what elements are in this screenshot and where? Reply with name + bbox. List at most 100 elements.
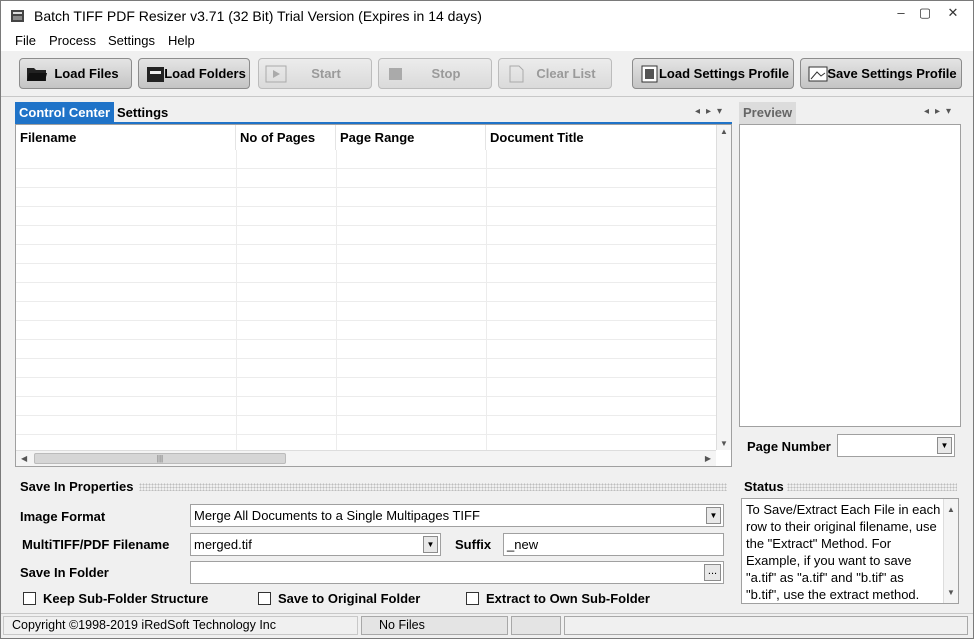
keep-subfolder-label: Keep Sub-Folder Structure — [43, 591, 209, 606]
load-settings-profile-label: Load Settings Profile — [658, 66, 789, 81]
column-filename[interactable]: Filename — [16, 125, 236, 150]
table-row[interactable] — [16, 207, 716, 226]
load-settings-profile-button[interactable]: Load Settings Profile — [632, 58, 794, 89]
preview-pane — [739, 124, 961, 427]
menu-file[interactable]: File — [15, 33, 36, 48]
horizontal-scroll-thumb[interactable]: ||| — [34, 453, 286, 464]
clear-list-label: Clear List — [536, 66, 596, 81]
title-bar: Batch TIFF PDF Resizer v3.71 (32 Bit) Tr… — [1, 1, 973, 31]
image-format-label: Image Format — [20, 509, 106, 524]
scroll-left-icon[interactable]: ◀ — [21, 454, 27, 463]
table-row[interactable] — [16, 359, 716, 378]
toolbar-separator — [1, 96, 973, 97]
table-row[interactable] — [16, 169, 716, 188]
multitiff-filename-select[interactable]: merged.tif ▼ — [190, 533, 441, 556]
grid-vertical-scrollbar[interactable]: ▲ ▼ — [716, 125, 731, 450]
save-in-folder-input[interactable]: ... — [190, 561, 724, 584]
save-in-folder-label: Save In Folder — [20, 565, 109, 580]
column-document-title[interactable]: Document Title — [486, 125, 716, 150]
column-page-range[interactable]: Page Range — [336, 125, 486, 150]
chevron-down-icon[interactable]: ▼ — [706, 507, 721, 524]
table-row[interactable] — [16, 150, 716, 169]
section-divider — [139, 483, 727, 491]
status-panel: To Save/Extract Each File in each row to… — [741, 498, 959, 604]
scroll-up-icon[interactable]: ▲ — [720, 127, 728, 136]
scroll-up-icon[interactable]: ▲ — [947, 501, 955, 518]
suffix-input[interactable]: _new — [503, 533, 724, 556]
load-files-button[interactable]: Load Files — [19, 58, 132, 89]
keep-subfolder-checkbox[interactable]: Keep Sub-Folder Structure — [23, 591, 208, 606]
table-row[interactable] — [16, 416, 716, 435]
multitiff-filename-label: MultiTIFF/PDF Filename — [22, 537, 170, 552]
tab-control-center[interactable]: Control Center — [15, 102, 114, 124]
checkbox-box[interactable] — [258, 592, 271, 605]
grid-horizontal-scrollbar[interactable]: ◀ ||| ▶ — [16, 450, 716, 466]
save-to-original-label: Save to Original Folder — [278, 591, 421, 606]
preview-tabstrip: Preview ◂▸▾ — [739, 102, 961, 124]
table-row[interactable] — [16, 321, 716, 340]
tab-nav-arrows[interactable]: ◂▸▾ — [695, 106, 728, 117]
chevron-down-icon[interactable]: ▼ — [423, 536, 438, 553]
table-row[interactable] — [16, 226, 716, 245]
save-in-properties-title: Save In Properties — [20, 479, 134, 494]
main-tabstrip: Control Center Settings ◂▸▾ — [15, 102, 732, 124]
tab-preview[interactable]: Preview — [739, 102, 797, 124]
scroll-right-icon[interactable]: ▶ — [705, 454, 711, 463]
stop-label: Stop — [431, 66, 461, 81]
column-divider — [336, 150, 337, 450]
column-no-of-pages[interactable]: No of Pages — [236, 125, 336, 150]
table-row[interactable] — [16, 302, 716, 321]
checkbox-box[interactable] — [466, 592, 479, 605]
minimize-button[interactable]: – — [890, 3, 912, 23]
suffix-value: _new — [507, 537, 539, 552]
image-format-select[interactable]: Merge All Documents to a Single Multipag… — [190, 504, 724, 527]
scroll-down-icon[interactable]: ▼ — [720, 439, 728, 448]
menu-process[interactable]: Process — [49, 33, 96, 48]
extract-to-own-label: Extract to Own Sub-Folder — [486, 591, 650, 606]
start-label: Start — [311, 66, 341, 81]
status-bar: Copyright ©1998-2019 iRedSoft Technology… — [1, 613, 973, 638]
chevron-down-icon[interactable]: ▼ — [937, 437, 952, 454]
status-divider — [787, 483, 957, 491]
status-text: To Save/Extract Each File in each row to… — [746, 502, 941, 602]
tab-settings[interactable]: Settings — [113, 102, 172, 124]
menu-settings[interactable]: Settings — [108, 33, 155, 48]
status-title: Status — [744, 479, 784, 494]
column-divider — [486, 150, 487, 450]
save-settings-profile-button[interactable]: Save Settings Profile — [800, 58, 962, 89]
table-row[interactable] — [16, 188, 716, 207]
image-format-value: Merge All Documents to a Single Multipag… — [194, 508, 480, 523]
load-folders-button[interactable]: Load Folders — [138, 58, 250, 89]
close-button[interactable]: ✕ — [942, 3, 964, 23]
suffix-label: Suffix — [455, 537, 492, 552]
toolbar: Load Files Load Folders Start Stop Clear… — [1, 52, 973, 96]
start-button[interactable]: Start — [258, 58, 372, 89]
load-folders-label: Load Folders — [164, 66, 246, 81]
app-icon — [11, 10, 24, 22]
scroll-down-icon[interactable]: ▼ — [947, 584, 955, 601]
extract-to-own-checkbox[interactable]: Extract to Own Sub-Folder — [466, 591, 650, 606]
page-number-select[interactable]: ▼ — [837, 434, 955, 457]
preview-tab-nav-arrows[interactable]: ◂▸▾ — [924, 106, 957, 117]
statusbar-panel — [511, 616, 561, 635]
table-row[interactable] — [16, 340, 716, 359]
clear-list-button[interactable]: Clear List — [498, 58, 612, 89]
table-row[interactable] — [16, 245, 716, 264]
statusbar-copyright: Copyright ©1998-2019 iRedSoft Technology… — [3, 616, 358, 635]
page-number-label: Page Number — [747, 439, 831, 454]
app-window: Batch TIFF PDF Resizer v3.71 (32 Bit) Tr… — [0, 0, 974, 639]
stop-button[interactable]: Stop — [378, 58, 492, 89]
table-row[interactable] — [16, 378, 716, 397]
menu-bar: File Process Settings Help — [1, 31, 973, 51]
save-to-original-checkbox[interactable]: Save to Original Folder — [258, 591, 420, 606]
multitiff-filename-value: merged.tif — [194, 537, 252, 552]
table-row[interactable] — [16, 264, 716, 283]
status-scrollbar[interactable]: ▲ ▼ — [943, 499, 958, 603]
menu-help[interactable]: Help — [168, 33, 195, 48]
table-row[interactable] — [16, 283, 716, 302]
maximize-button[interactable]: ▢ — [914, 3, 936, 23]
grid-body — [16, 150, 716, 454]
checkbox-box[interactable] — [23, 592, 36, 605]
table-row[interactable] — [16, 397, 716, 416]
browse-button[interactable]: ... — [704, 564, 721, 581]
